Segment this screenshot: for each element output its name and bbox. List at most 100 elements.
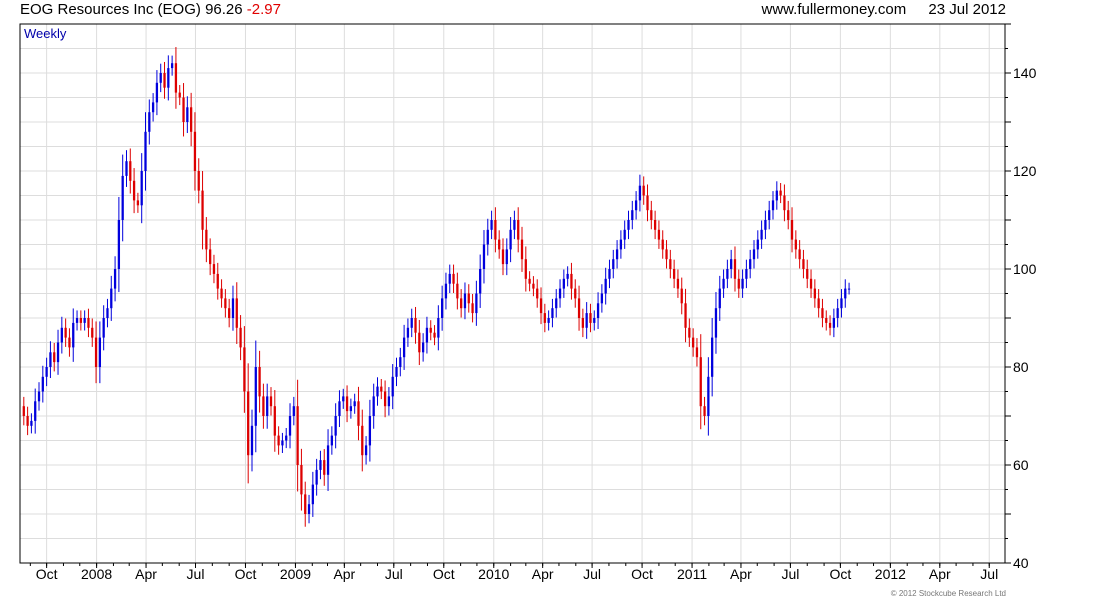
candle-body xyxy=(277,435,280,446)
candle-body xyxy=(288,416,292,436)
candle-body xyxy=(764,220,767,230)
candle-body xyxy=(536,288,539,299)
candle-body xyxy=(787,210,790,220)
candle-body xyxy=(402,337,406,358)
candle-body xyxy=(391,376,394,397)
candle-body xyxy=(342,396,345,402)
candle-body xyxy=(34,401,37,421)
candle-body xyxy=(182,97,185,122)
candle-body xyxy=(250,425,254,456)
candle-body xyxy=(642,185,645,196)
candle-body xyxy=(726,269,729,279)
candle-body xyxy=(798,249,801,260)
x-tick-label: Oct xyxy=(433,566,455,582)
candle-body xyxy=(79,318,82,323)
candle-body xyxy=(56,342,60,363)
candle-body xyxy=(562,278,565,289)
x-tick-label: 2009 xyxy=(280,566,311,582)
candle-body xyxy=(608,269,611,279)
candle-body xyxy=(125,161,128,176)
x-tick-label: 2011 xyxy=(677,566,707,582)
candle-body xyxy=(672,269,676,279)
candle-body xyxy=(653,220,657,230)
candle-body xyxy=(676,278,680,289)
candle-body xyxy=(197,171,200,191)
candle-body xyxy=(151,102,155,113)
candle-body xyxy=(570,273,573,289)
candle-body xyxy=(273,406,276,436)
candle-body xyxy=(83,318,86,323)
candle-body xyxy=(205,229,208,250)
candle-body xyxy=(528,278,531,284)
x-tick-label: Jul xyxy=(385,566,403,582)
copyright-notice: © 2012 Stockcube Research Ltd xyxy=(890,589,1006,598)
candle-body xyxy=(840,298,843,309)
candle-body xyxy=(779,190,782,196)
candle-body xyxy=(159,73,162,83)
x-tick-label: Oct xyxy=(829,566,851,582)
candle-body xyxy=(387,396,391,407)
candle-body xyxy=(612,259,615,269)
x-tick-label: Apr xyxy=(730,566,752,582)
candle-body xyxy=(64,327,67,338)
candle-body xyxy=(228,308,231,318)
candle-body xyxy=(543,313,546,323)
candle-body xyxy=(189,107,193,132)
candle-body xyxy=(353,401,356,407)
candle-body xyxy=(300,465,303,495)
candle-body xyxy=(479,269,482,294)
candle-body xyxy=(688,327,691,338)
candle-body xyxy=(638,185,642,201)
x-tick-label: Jul xyxy=(187,566,205,582)
candle-body xyxy=(429,327,432,333)
frequency-label: Weekly xyxy=(24,26,67,41)
candle-body xyxy=(619,239,623,250)
candle-body xyxy=(821,308,824,318)
candle-body xyxy=(847,288,851,290)
candle-body xyxy=(269,396,273,407)
candle-body xyxy=(239,327,242,348)
candle-body xyxy=(539,298,543,314)
candle-body xyxy=(121,175,124,220)
candle-body xyxy=(368,416,372,446)
candle-body xyxy=(281,440,284,446)
candle-body xyxy=(323,460,326,475)
candle-body xyxy=(771,200,775,211)
candle-body xyxy=(144,131,147,171)
x-tick-label: Oct xyxy=(235,566,257,582)
candle-body xyxy=(307,504,311,514)
candle-body xyxy=(760,229,763,240)
candle-body xyxy=(520,239,524,260)
candle-body xyxy=(216,273,219,289)
candle-body xyxy=(490,220,493,230)
candle-body xyxy=(37,391,41,402)
candle-body xyxy=(319,460,322,470)
candle-body xyxy=(752,249,756,260)
candle-body xyxy=(828,322,832,328)
candle-body xyxy=(756,239,759,250)
candle-body xyxy=(75,318,79,323)
candle-body xyxy=(733,259,737,279)
candle-body xyxy=(315,469,318,485)
candle-body xyxy=(330,435,333,446)
candle-body xyxy=(456,283,459,299)
candle-body xyxy=(376,386,379,397)
candle-body xyxy=(383,391,387,407)
candle-body xyxy=(501,249,505,265)
candle-body xyxy=(395,367,398,377)
y-tick-label: 60 xyxy=(1013,457,1029,473)
candle-body xyxy=(768,210,771,220)
candle-body xyxy=(631,210,634,220)
candle-body xyxy=(361,425,364,456)
candle-body xyxy=(585,313,588,328)
x-tick-label: Jul xyxy=(583,566,601,582)
candle-body xyxy=(471,303,474,314)
candle-body xyxy=(775,190,778,201)
candle-body xyxy=(235,298,238,328)
candle-body xyxy=(364,445,368,456)
candle-body xyxy=(517,220,520,240)
candle-body xyxy=(418,332,421,353)
candle-body xyxy=(749,259,752,269)
candle-body xyxy=(357,401,360,426)
candle-body xyxy=(794,239,797,250)
